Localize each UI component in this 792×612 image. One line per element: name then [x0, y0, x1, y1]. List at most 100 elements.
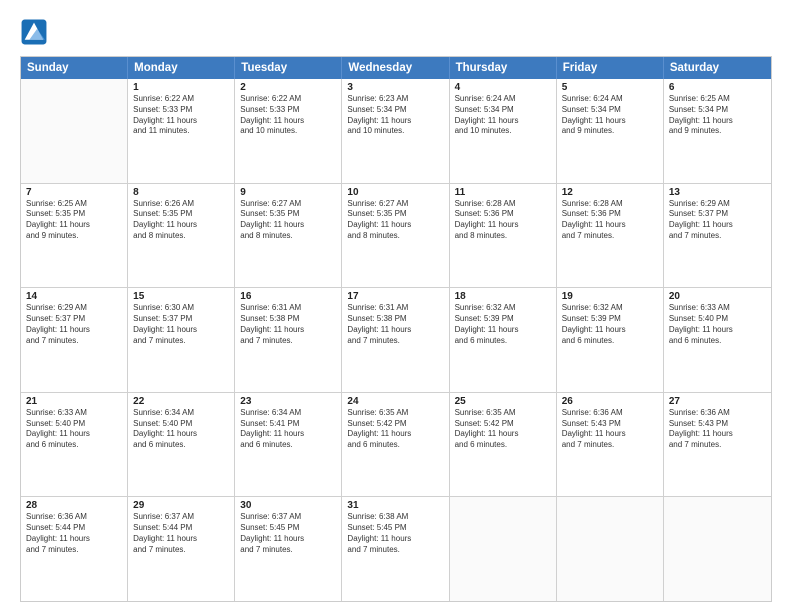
calendar-body: 1Sunrise: 6:22 AM Sunset: 5:33 PM Daylig… — [21, 79, 771, 601]
cell-info: Sunrise: 6:36 AM Sunset: 5:43 PM Dayligh… — [669, 408, 766, 451]
calendar-cell: 28Sunrise: 6:36 AM Sunset: 5:44 PM Dayli… — [21, 497, 128, 601]
header-day-wednesday: Wednesday — [342, 57, 449, 79]
calendar-cell: 20Sunrise: 6:33 AM Sunset: 5:40 PM Dayli… — [664, 288, 771, 392]
cell-info: Sunrise: 6:24 AM Sunset: 5:34 PM Dayligh… — [455, 94, 551, 137]
calendar-row-1: 1Sunrise: 6:22 AM Sunset: 5:33 PM Daylig… — [21, 79, 771, 184]
calendar: SundayMondayTuesdayWednesdayThursdayFrid… — [20, 56, 772, 602]
day-number: 24 — [347, 396, 443, 407]
cell-info: Sunrise: 6:35 AM Sunset: 5:42 PM Dayligh… — [455, 408, 551, 451]
cell-info: Sunrise: 6:25 AM Sunset: 5:35 PM Dayligh… — [26, 199, 122, 242]
calendar-cell: 27Sunrise: 6:36 AM Sunset: 5:43 PM Dayli… — [664, 393, 771, 497]
header — [20, 18, 772, 46]
page: SundayMondayTuesdayWednesdayThursdayFrid… — [0, 0, 792, 612]
calendar-row-3: 14Sunrise: 6:29 AM Sunset: 5:37 PM Dayli… — [21, 288, 771, 393]
cell-info: Sunrise: 6:33 AM Sunset: 5:40 PM Dayligh… — [669, 303, 766, 346]
cell-info: Sunrise: 6:36 AM Sunset: 5:44 PM Dayligh… — [26, 512, 122, 555]
day-number: 21 — [26, 396, 122, 407]
cell-info: Sunrise: 6:23 AM Sunset: 5:34 PM Dayligh… — [347, 94, 443, 137]
day-number: 4 — [455, 82, 551, 93]
cell-info: Sunrise: 6:32 AM Sunset: 5:39 PM Dayligh… — [455, 303, 551, 346]
day-number: 27 — [669, 396, 766, 407]
cell-info: Sunrise: 6:28 AM Sunset: 5:36 PM Dayligh… — [562, 199, 658, 242]
cell-info: Sunrise: 6:27 AM Sunset: 5:35 PM Dayligh… — [347, 199, 443, 242]
cell-info: Sunrise: 6:31 AM Sunset: 5:38 PM Dayligh… — [347, 303, 443, 346]
calendar-cell: 7Sunrise: 6:25 AM Sunset: 5:35 PM Daylig… — [21, 184, 128, 288]
day-number: 9 — [240, 187, 336, 198]
logo — [20, 18, 52, 46]
calendar-cell: 11Sunrise: 6:28 AM Sunset: 5:36 PM Dayli… — [450, 184, 557, 288]
day-number: 17 — [347, 291, 443, 302]
day-number: 16 — [240, 291, 336, 302]
calendar-cell: 31Sunrise: 6:38 AM Sunset: 5:45 PM Dayli… — [342, 497, 449, 601]
day-number: 13 — [669, 187, 766, 198]
day-number: 26 — [562, 396, 658, 407]
cell-info: Sunrise: 6:24 AM Sunset: 5:34 PM Dayligh… — [562, 94, 658, 137]
cell-info: Sunrise: 6:34 AM Sunset: 5:41 PM Dayligh… — [240, 408, 336, 451]
calendar-cell: 19Sunrise: 6:32 AM Sunset: 5:39 PM Dayli… — [557, 288, 664, 392]
header-day-friday: Friday — [557, 57, 664, 79]
calendar-cell: 14Sunrise: 6:29 AM Sunset: 5:37 PM Dayli… — [21, 288, 128, 392]
calendar-cell: 24Sunrise: 6:35 AM Sunset: 5:42 PM Dayli… — [342, 393, 449, 497]
calendar-cell: 16Sunrise: 6:31 AM Sunset: 5:38 PM Dayli… — [235, 288, 342, 392]
calendar-cell: 29Sunrise: 6:37 AM Sunset: 5:44 PM Dayli… — [128, 497, 235, 601]
day-number: 12 — [562, 187, 658, 198]
cell-info: Sunrise: 6:36 AM Sunset: 5:43 PM Dayligh… — [562, 408, 658, 451]
day-number: 5 — [562, 82, 658, 93]
calendar-cell: 3Sunrise: 6:23 AM Sunset: 5:34 PM Daylig… — [342, 79, 449, 183]
day-number: 22 — [133, 396, 229, 407]
cell-info: Sunrise: 6:34 AM Sunset: 5:40 PM Dayligh… — [133, 408, 229, 451]
calendar-cell: 17Sunrise: 6:31 AM Sunset: 5:38 PM Dayli… — [342, 288, 449, 392]
day-number: 1 — [133, 82, 229, 93]
day-number: 28 — [26, 500, 122, 511]
calendar-header: SundayMondayTuesdayWednesdayThursdayFrid… — [21, 57, 771, 79]
cell-info: Sunrise: 6:33 AM Sunset: 5:40 PM Dayligh… — [26, 408, 122, 451]
calendar-cell: 8Sunrise: 6:26 AM Sunset: 5:35 PM Daylig… — [128, 184, 235, 288]
cell-info: Sunrise: 6:32 AM Sunset: 5:39 PM Dayligh… — [562, 303, 658, 346]
cell-info: Sunrise: 6:35 AM Sunset: 5:42 PM Dayligh… — [347, 408, 443, 451]
calendar-cell — [664, 497, 771, 601]
calendar-cell: 25Sunrise: 6:35 AM Sunset: 5:42 PM Dayli… — [450, 393, 557, 497]
cell-info: Sunrise: 6:38 AM Sunset: 5:45 PM Dayligh… — [347, 512, 443, 555]
cell-info: Sunrise: 6:37 AM Sunset: 5:45 PM Dayligh… — [240, 512, 336, 555]
header-day-tuesday: Tuesday — [235, 57, 342, 79]
cell-info: Sunrise: 6:37 AM Sunset: 5:44 PM Dayligh… — [133, 512, 229, 555]
calendar-cell: 18Sunrise: 6:32 AM Sunset: 5:39 PM Dayli… — [450, 288, 557, 392]
calendar-cell — [21, 79, 128, 183]
calendar-cell: 21Sunrise: 6:33 AM Sunset: 5:40 PM Dayli… — [21, 393, 128, 497]
header-day-monday: Monday — [128, 57, 235, 79]
calendar-cell: 10Sunrise: 6:27 AM Sunset: 5:35 PM Dayli… — [342, 184, 449, 288]
cell-info: Sunrise: 6:29 AM Sunset: 5:37 PM Dayligh… — [26, 303, 122, 346]
calendar-row-4: 21Sunrise: 6:33 AM Sunset: 5:40 PM Dayli… — [21, 393, 771, 498]
cell-info: Sunrise: 6:22 AM Sunset: 5:33 PM Dayligh… — [240, 94, 336, 137]
header-day-saturday: Saturday — [664, 57, 771, 79]
day-number: 10 — [347, 187, 443, 198]
day-number: 19 — [562, 291, 658, 302]
day-number: 2 — [240, 82, 336, 93]
day-number: 3 — [347, 82, 443, 93]
calendar-cell: 6Sunrise: 6:25 AM Sunset: 5:34 PM Daylig… — [664, 79, 771, 183]
calendar-cell: 5Sunrise: 6:24 AM Sunset: 5:34 PM Daylig… — [557, 79, 664, 183]
calendar-cell: 30Sunrise: 6:37 AM Sunset: 5:45 PM Dayli… — [235, 497, 342, 601]
calendar-cell: 22Sunrise: 6:34 AM Sunset: 5:40 PM Dayli… — [128, 393, 235, 497]
cell-info: Sunrise: 6:27 AM Sunset: 5:35 PM Dayligh… — [240, 199, 336, 242]
calendar-cell: 4Sunrise: 6:24 AM Sunset: 5:34 PM Daylig… — [450, 79, 557, 183]
calendar-cell — [557, 497, 664, 601]
header-day-sunday: Sunday — [21, 57, 128, 79]
calendar-cell: 23Sunrise: 6:34 AM Sunset: 5:41 PM Dayli… — [235, 393, 342, 497]
cell-info: Sunrise: 6:28 AM Sunset: 5:36 PM Dayligh… — [455, 199, 551, 242]
calendar-cell: 9Sunrise: 6:27 AM Sunset: 5:35 PM Daylig… — [235, 184, 342, 288]
calendar-cell: 13Sunrise: 6:29 AM Sunset: 5:37 PM Dayli… — [664, 184, 771, 288]
day-number: 20 — [669, 291, 766, 302]
cell-info: Sunrise: 6:25 AM Sunset: 5:34 PM Dayligh… — [669, 94, 766, 137]
day-number: 25 — [455, 396, 551, 407]
calendar-row-5: 28Sunrise: 6:36 AM Sunset: 5:44 PM Dayli… — [21, 497, 771, 601]
cell-info: Sunrise: 6:31 AM Sunset: 5:38 PM Dayligh… — [240, 303, 336, 346]
cell-info: Sunrise: 6:22 AM Sunset: 5:33 PM Dayligh… — [133, 94, 229, 137]
day-number: 6 — [669, 82, 766, 93]
calendar-cell — [450, 497, 557, 601]
day-number: 11 — [455, 187, 551, 198]
cell-info: Sunrise: 6:30 AM Sunset: 5:37 PM Dayligh… — [133, 303, 229, 346]
calendar-row-2: 7Sunrise: 6:25 AM Sunset: 5:35 PM Daylig… — [21, 184, 771, 289]
day-number: 15 — [133, 291, 229, 302]
day-number: 29 — [133, 500, 229, 511]
